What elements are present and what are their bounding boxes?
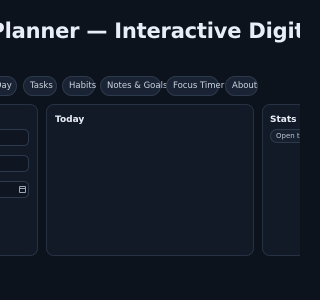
stats-title: Stats xyxy=(270,115,297,125)
stat-chip-label: Open tas xyxy=(276,132,300,140)
stats-panel: Stats Open tas xyxy=(262,104,300,256)
tab-habits[interactable]: Habits xyxy=(62,76,96,96)
tab-day[interactable]: Day xyxy=(0,76,17,96)
app-title: s Planner — Interactive Digital P xyxy=(0,19,300,43)
input-field-2[interactable] xyxy=(0,155,29,172)
left-panel xyxy=(0,104,38,256)
date-field[interactable] xyxy=(0,181,29,198)
tab-notes-goals[interactable]: Notes & Goals xyxy=(100,76,167,96)
stat-chip-open-tasks: Open tas xyxy=(270,129,300,143)
tab-about[interactable]: About xyxy=(225,76,258,96)
planner-app: s Planner — Interactive Digital P Day Ta… xyxy=(0,0,300,300)
today-title: Today xyxy=(55,115,85,125)
today-panel: Today xyxy=(46,104,254,256)
tab-focus-timer[interactable]: Focus Timer xyxy=(166,76,224,96)
tab-tasks[interactable]: Tasks xyxy=(23,76,57,96)
calendar-icon xyxy=(19,186,26,193)
input-field-1[interactable] xyxy=(0,129,29,146)
